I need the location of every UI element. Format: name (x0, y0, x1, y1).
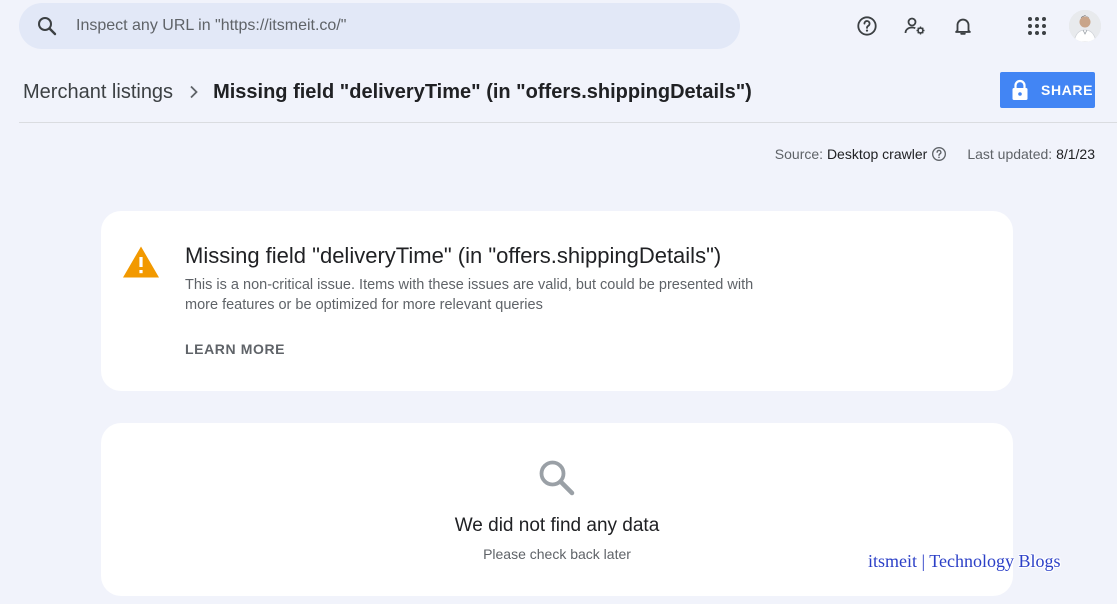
last-updated-value: 8/1/23 (1056, 146, 1095, 162)
learn-more-link[interactable]: LEARN MORE (185, 341, 285, 357)
user-photo-icon (1069, 10, 1101, 42)
search-icon (38, 17, 57, 36)
watermark: itsmeit | Technology Blogs (868, 551, 1061, 571)
share-button[interactable]: SHARE (1000, 72, 1095, 108)
account-avatar[interactable] (1069, 10, 1101, 42)
source-label: Source: (774, 146, 824, 162)
issue-title: Missing field "deliveryTime" (in "offers… (185, 243, 722, 268)
report-meta: Source: Desktop crawler Last updated: 8/… (775, 146, 1095, 162)
warning-icon (123, 246, 159, 278)
url-inspection-search[interactable] (19, 3, 740, 49)
url-inspection-input[interactable] (76, 17, 676, 35)
search-console-page: Merchant listings Missing field "deliver… (0, 0, 1117, 604)
lock-icon (1012, 79, 1028, 100)
chevron-right-icon (189, 85, 199, 99)
share-button-label: SHARE (1041, 82, 1094, 98)
issue-card: Missing field "deliveryTime" (in "offers… (101, 211, 1013, 391)
page-title: Missing field "deliveryTime" (in "offers… (213, 80, 752, 103)
search-icon (539, 460, 575, 496)
header-divider (19, 122, 1117, 123)
apps-grid-icon[interactable] (1025, 14, 1049, 38)
empty-state-title: We did not find any data (454, 515, 660, 536)
last-updated-label: Last updated: (967, 146, 1053, 162)
help-circle-icon[interactable] (855, 14, 879, 38)
source-value: Desktop crawler (826, 146, 928, 162)
source-help-icon[interactable] (931, 146, 947, 162)
manage-users-icon[interactable] (903, 14, 927, 38)
breadcrumb: Merchant listings Missing field "deliver… (23, 78, 752, 106)
issue-description: This is a non-critical issue. Items with… (185, 277, 754, 313)
breadcrumb-merchant-listings[interactable]: Merchant listings (23, 81, 173, 104)
notifications-bell-icon[interactable] (951, 14, 975, 38)
